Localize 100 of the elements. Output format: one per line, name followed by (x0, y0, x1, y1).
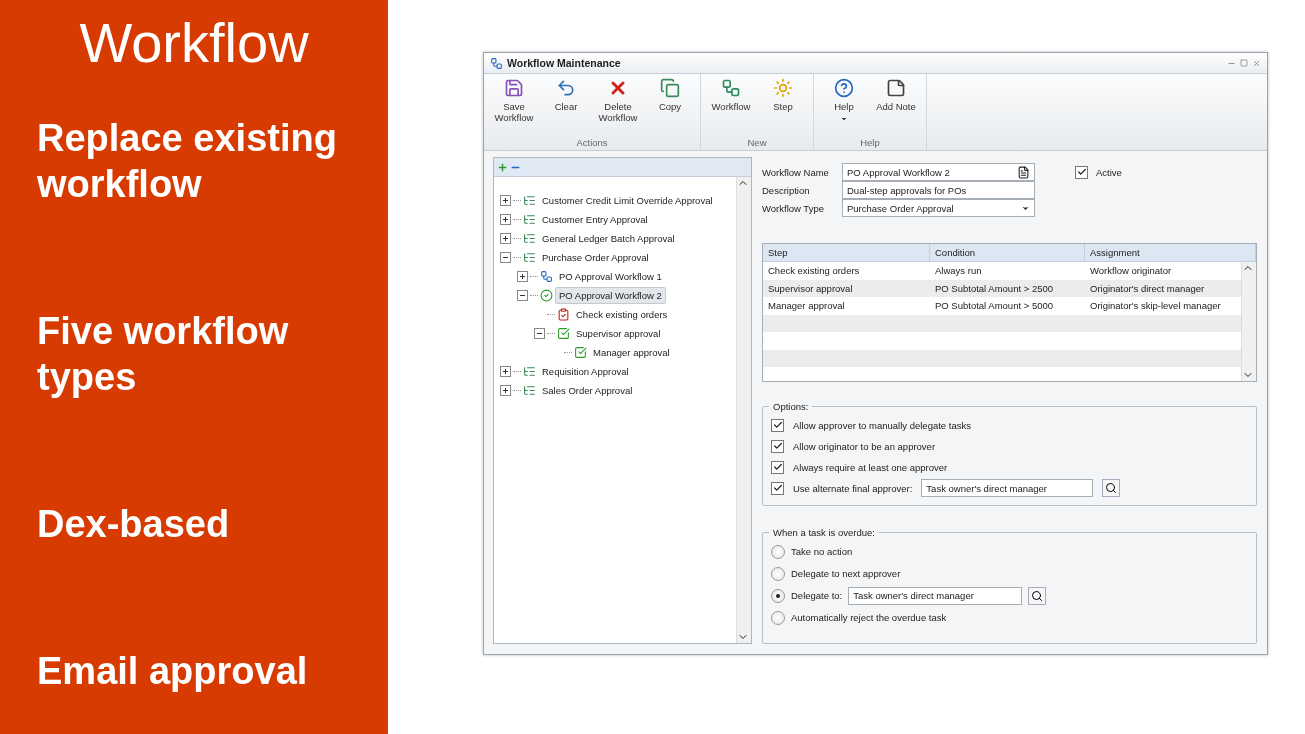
checkbox[interactable] (771, 460, 784, 474)
ribbon-button[interactable]: Help (820, 78, 868, 137)
copy-icon (660, 78, 680, 98)
group-label: Actions (575, 137, 609, 148)
table-cell-text: PO Subtotal Amount > 5000 (934, 300, 1055, 312)
checkbox[interactable] (771, 481, 784, 495)
column-header: Step (763, 244, 930, 261)
ribbon-button[interactable]: Step (759, 78, 807, 137)
workflow-type-icon (523, 213, 536, 226)
radio-button[interactable] (771, 544, 785, 559)
save-icon (504, 78, 524, 98)
collapse-toggle[interactable] (517, 290, 528, 301)
workflow-type-icon (523, 384, 536, 397)
expand-toggle[interactable] (500, 385, 511, 396)
ribbon-button[interactable]: Clear (542, 78, 590, 137)
radio-label: Delegate to: (791, 590, 843, 601)
table-cell-text: Supervisor approval (767, 282, 854, 294)
collapse-toggle[interactable] (500, 252, 511, 263)
expand-toggle[interactable] (500, 195, 511, 206)
group-label: New (746, 137, 768, 148)
workflow-type-icon (523, 232, 536, 245)
scrollbar[interactable] (736, 177, 751, 643)
radio-button[interactable] (771, 610, 785, 625)
bullet-text: Five workflow types (37, 309, 290, 400)
collapse-toggle[interactable] (534, 328, 545, 339)
ribbon-button[interactable]: Add Note (872, 78, 920, 137)
table-cell-text: Manager approval (767, 300, 846, 312)
search-icon (1031, 589, 1044, 602)
tree-item[interactable]: Sales Order Approval (538, 382, 637, 399)
group-label: Help (859, 137, 881, 148)
expand-toggle[interactable] (517, 271, 528, 282)
tree-item[interactable]: Purchase Order Approval (538, 249, 653, 266)
group-title: Options: (769, 401, 813, 412)
expand-all-icon[interactable] (497, 161, 508, 173)
checkbox-label: Allow originator to be an approver (793, 440, 936, 452)
tree-item[interactable]: Supervisor approval (572, 325, 665, 342)
column-header: Condition (930, 244, 1085, 261)
input-field[interactable]: PO Approval Workflow 2 (842, 163, 1035, 181)
ribbon-button[interactable]: Delete Workflow (594, 78, 642, 137)
approval-icon (574, 346, 587, 359)
window-title: Workflow Maintenance (507, 57, 622, 69)
table-cell-text: PO Subtotal Amount > 2500 (934, 282, 1055, 294)
slide-title: Workflow (79, 10, 309, 75)
ribbon-button[interactable]: Save Workflow (490, 78, 538, 137)
undo-icon (556, 78, 576, 98)
radio-label: Automatically reject the overdue task (791, 612, 947, 623)
table-cell-text: Always run (934, 265, 983, 277)
search-icon (1105, 482, 1118, 494)
ribbon-button[interactable]: Workflow (707, 78, 755, 137)
expand-toggle[interactable] (500, 214, 511, 225)
tree-item[interactable]: Requisition Approval (538, 363, 633, 380)
workflow-type-icon (523, 365, 536, 378)
approval-icon (557, 327, 570, 340)
expand-toggle[interactable] (500, 233, 511, 244)
ribbon-button[interactable]: Copy (646, 78, 694, 137)
input-field[interactable]: Task owner's direct manager (848, 586, 1023, 605)
checkbox-label: Allow approver to manually delegate tasks (793, 419, 971, 431)
bullet-text: Email approval (37, 649, 309, 694)
workflow-icon (540, 270, 553, 283)
field-label: Description (762, 184, 811, 196)
step-icon (773, 78, 793, 98)
checkbox[interactable] (1075, 165, 1088, 179)
note-icon[interactable] (1017, 165, 1030, 179)
checkbox[interactable] (771, 439, 784, 453)
workflow-type-icon (523, 194, 536, 207)
tree-item[interactable]: Customer Credit Limit Override Approval (538, 192, 717, 209)
lookup-button[interactable] (1102, 479, 1121, 497)
help-icon (834, 78, 854, 98)
column-header: Assignment (1085, 244, 1256, 261)
note-icon (886, 78, 906, 98)
lookup-button[interactable] (1028, 586, 1047, 605)
app-icon (490, 56, 503, 70)
tree-item[interactable]: PO Approval Workflow 1 (555, 268, 666, 285)
scrollbar[interactable] (1241, 262, 1256, 381)
close-icon[interactable] (1252, 58, 1261, 68)
bullet-text: Replace existing workflow (37, 116, 338, 207)
input-field[interactable]: Dual-step approvals for POs (842, 181, 1035, 199)
task-icon (557, 308, 570, 321)
checkbox[interactable] (771, 418, 784, 432)
workflow-type-icon (523, 251, 536, 264)
table-cell-text: Originator's skip-level manager (1089, 300, 1222, 312)
expand-toggle[interactable] (500, 366, 511, 377)
bullet-text: Dex-based (37, 502, 231, 547)
table-cell-text: Check existing orders (767, 265, 861, 277)
tree-item[interactable]: PO Approval Workflow 2 (555, 287, 666, 304)
radio-button[interactable] (771, 566, 785, 581)
radio-button[interactable] (771, 588, 785, 603)
tree-item[interactable]: General Ledger Batch Approval (538, 230, 679, 247)
group-title: When a task is overdue: (769, 527, 879, 538)
checkbox-label: Always require at least one approver (793, 461, 948, 473)
radio-label: Take no action (791, 546, 853, 557)
tree-item[interactable]: Check existing orders (572, 306, 672, 323)
field-label: Workflow Type (762, 202, 825, 214)
check-circle-icon (540, 289, 553, 302)
table-cell-text: Workflow originator (1089, 265, 1173, 277)
tree-item[interactable]: Customer Entry Approval (538, 211, 652, 228)
dropdown[interactable]: Purchase Order Approval (842, 199, 1035, 217)
table-cell-text: Originator's direct manager (1089, 282, 1206, 294)
tree-item[interactable]: Manager approval (589, 344, 674, 361)
input-field[interactable]: Task owner's direct manager (921, 479, 1094, 497)
